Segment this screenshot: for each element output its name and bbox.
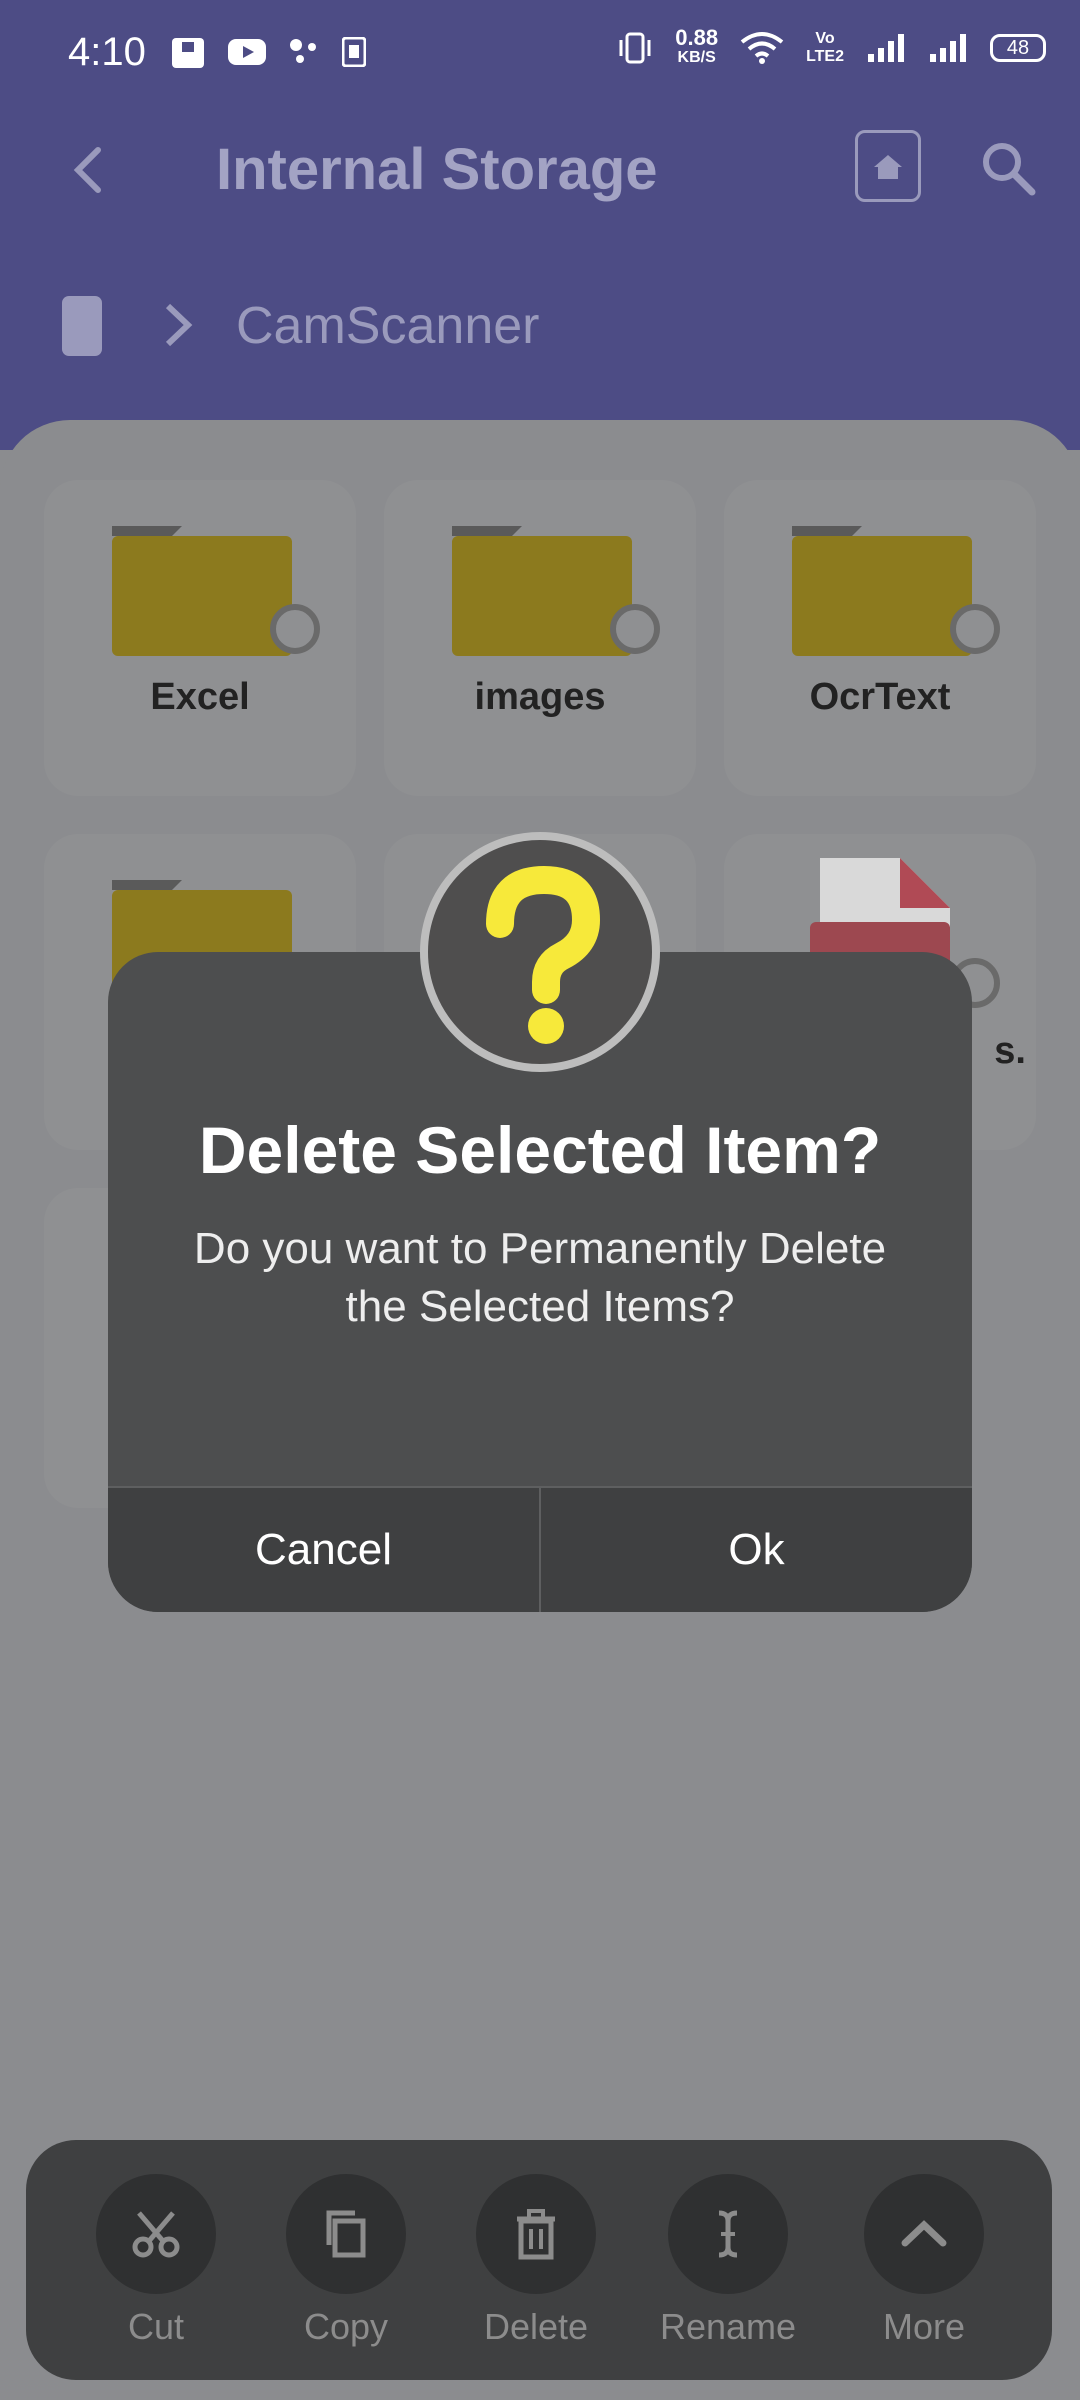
copy-icon: [326, 2210, 366, 2258]
item-name: OcrText: [809, 676, 951, 718]
delete-button[interactable]: Delete: [456, 2174, 616, 2348]
grid-item[interactable]: OcrText: [724, 480, 1036, 796]
folder-icon: [792, 526, 972, 656]
folder-icon: [112, 526, 292, 656]
dots-icon: [290, 39, 316, 63]
grid-item[interactable]: images: [384, 480, 696, 796]
cut-button[interactable]: Cut: [76, 2174, 236, 2348]
selection-toolbar: Cut Copy Delete Rename More: [26, 2140, 1052, 2380]
chevron-up-icon: [901, 2220, 947, 2247]
breadcrumb-current[interactable]: CamScanner: [236, 296, 539, 356]
battery-indicator: 48: [990, 34, 1046, 62]
more-label: More: [882, 2306, 966, 2347]
item-name: images: [474, 676, 606, 718]
youtube-icon: [228, 39, 266, 65]
question-badge: [420, 832, 660, 1072]
signal-icon: [930, 34, 966, 62]
device-icon[interactable]: [62, 296, 102, 356]
copy-label: Copy: [303, 2306, 389, 2347]
page-title: Internal Storage: [216, 137, 658, 202]
rename-button[interactable]: Rename: [648, 2174, 808, 2348]
ok-button[interactable]: Ok: [541, 1488, 972, 1612]
delete-label: Delete: [483, 2306, 589, 2347]
network-speed: 0.88 KB/S: [675, 25, 719, 67]
wifi-icon: [740, 32, 784, 64]
folder-icon: [452, 526, 632, 656]
trash-icon: [517, 2209, 555, 2260]
home-icon: [874, 155, 902, 179]
scissors-icon: [132, 2211, 180, 2258]
search-icon[interactable]: [978, 138, 1038, 198]
dialog-message: Do you want to Permanently Delete the Se…: [193, 1224, 887, 1331]
cut-label: Cut: [127, 2306, 185, 2347]
select-indicator[interactable]: [950, 604, 1000, 654]
status-right: 0.88 KB/S Vo LTE2 48: [617, 25, 1046, 68]
item-name: Excel: [150, 676, 250, 718]
notification-icon: [172, 38, 204, 68]
select-indicator[interactable]: [610, 604, 660, 654]
sim-icon: [342, 37, 366, 67]
more-button[interactable]: More: [844, 2174, 1004, 2348]
dialog-title: Delete Selected Item?: [198, 1113, 882, 1187]
volte-indicator: Vo LTE2: [806, 30, 844, 65]
back-arrow-icon[interactable]: [60, 140, 120, 200]
signal-icon: [868, 34, 904, 62]
rename-label: Rename: [659, 2306, 797, 2347]
cancel-button[interactable]: Cancel: [108, 1488, 539, 1612]
text-cursor-icon: [718, 2210, 738, 2258]
status-time: 4:10: [68, 30, 146, 74]
chevron-right-icon: [165, 303, 193, 347]
question-icon: [486, 865, 601, 1044]
select-indicator[interactable]: [270, 604, 320, 654]
notification-icons: [170, 34, 366, 70]
copy-button[interactable]: Copy: [266, 2174, 426, 2348]
vibrate-icon: [619, 32, 651, 64]
grid-item[interactable]: Excel: [44, 480, 356, 796]
home-button[interactable]: [855, 130, 921, 202]
